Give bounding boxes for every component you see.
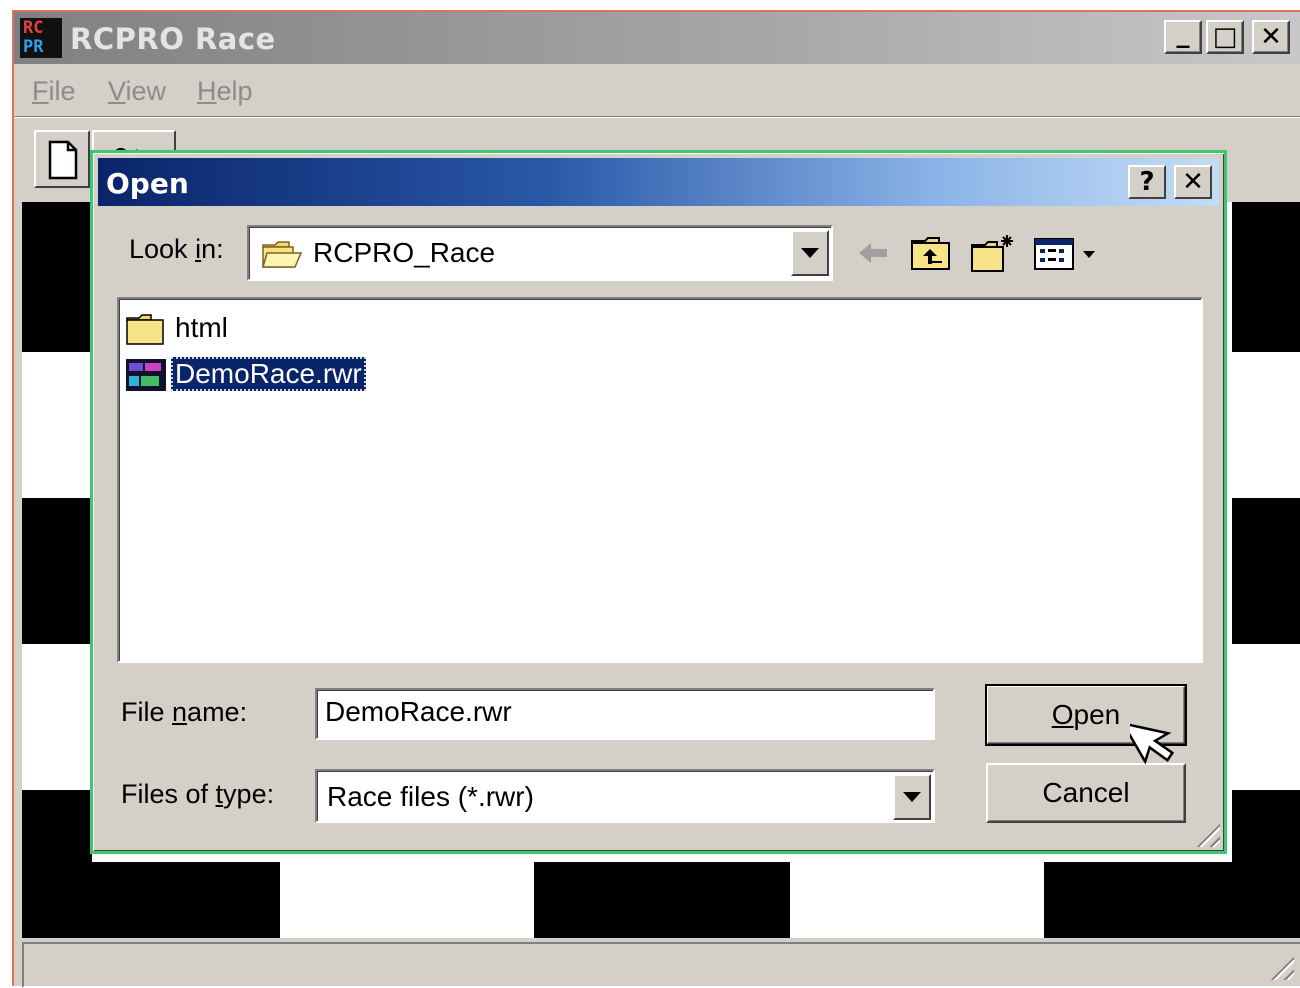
checker-square xyxy=(22,862,280,938)
folder-icon xyxy=(126,314,164,345)
checker-square xyxy=(22,498,92,644)
file-name-label: File name: xyxy=(121,697,247,728)
close-icon: ✕ xyxy=(1182,167,1204,197)
file-type-value: Race files (*.rwr) xyxy=(327,781,534,812)
look-in-value: RCPRO_Race xyxy=(313,237,496,268)
minimize-button[interactable]: _ xyxy=(1164,19,1202,54)
status-bar xyxy=(22,942,1300,988)
look-in-label: Look in: xyxy=(129,234,224,265)
file-list[interactable]: html DemoRace.rwr xyxy=(117,297,1203,663)
file-type-combobox[interactable]: Race files (*.rwr) xyxy=(315,769,935,823)
menu-help[interactable]: Help xyxy=(197,76,253,107)
file-name-label-accel: n xyxy=(172,697,188,727)
checker-square xyxy=(534,862,790,938)
file-type-label: Files of type: xyxy=(121,779,274,810)
look-in-label-pre: Look xyxy=(129,234,196,264)
app-logo-text-top: RC xyxy=(23,18,44,38)
file-name-input[interactable]: DemoRace.rwr xyxy=(315,688,935,740)
chevron-down-icon xyxy=(903,792,921,802)
maximize-icon: □ xyxy=(1212,22,1238,52)
checker-square xyxy=(22,202,92,352)
checker-square xyxy=(1232,202,1300,352)
help-icon: ? xyxy=(1139,167,1155,197)
look-in-label-post: n: xyxy=(201,234,224,264)
minimize-icon: _ xyxy=(1176,19,1190,49)
list-item-label: DemoRace.rwr xyxy=(171,357,366,391)
file-type-label-post: ype: xyxy=(223,779,275,809)
new-document-icon xyxy=(48,140,78,180)
new-document-button[interactable] xyxy=(34,130,90,188)
file-type-label-pre: Files of xyxy=(121,779,216,809)
menu-help-rest: elp xyxy=(216,76,253,106)
file-name-label-post: ame: xyxy=(187,697,248,727)
app-logo-text-bottom: PR xyxy=(23,37,44,57)
menu-view[interactable]: View xyxy=(108,76,166,107)
look-in-combobox[interactable]: RCPRO_Race xyxy=(247,225,833,281)
menu-view-accel: V xyxy=(108,76,126,106)
menu-view-rest: iew xyxy=(125,76,167,106)
checker-square xyxy=(1044,862,1300,938)
race-file-icon xyxy=(126,359,166,391)
open-button-accel: O xyxy=(1051,699,1074,730)
cancel-button[interactable]: Cancel xyxy=(986,763,1186,823)
open-button[interactable]: Open xyxy=(985,684,1187,746)
chevron-down-icon xyxy=(801,248,819,258)
app-logo-icon: RC PR xyxy=(20,18,62,58)
help-button[interactable]: ? xyxy=(1128,165,1166,199)
file-type-dropdown-button[interactable] xyxy=(893,774,931,820)
menu-file-rest: ile xyxy=(48,76,76,106)
resize-grip-icon[interactable] xyxy=(1266,952,1294,980)
menubar-separator xyxy=(14,116,1300,118)
dialog-titlebar[interactable]: Open ? ✕ xyxy=(98,158,1219,206)
open-button-rest: pen xyxy=(1073,699,1121,730)
menu-help-accel: H xyxy=(197,76,217,106)
menu-file-accel: F xyxy=(32,76,49,106)
dialog-title: Open xyxy=(106,167,189,200)
file-name-label-pre: File xyxy=(121,697,173,727)
look-in-dropdown-button[interactable] xyxy=(791,230,829,276)
open-folder-icon xyxy=(262,241,303,268)
open-dialog: Open ? ✕ Look in: RCPRO_Race html DemoRa… xyxy=(90,150,1227,854)
checker-square xyxy=(1232,498,1300,644)
up-one-level-icon[interactable] xyxy=(909,233,953,273)
main-close-button[interactable]: ✕ xyxy=(1252,20,1290,54)
main-window-title: RCPRO Race xyxy=(70,22,276,56)
menu-bar: File View Help xyxy=(14,68,1300,114)
maximize-button[interactable]: □ xyxy=(1206,20,1244,54)
back-arrow-icon[interactable] xyxy=(853,233,893,273)
menu-file[interactable]: File xyxy=(32,76,76,107)
view-menu-icon[interactable] xyxy=(1031,233,1101,273)
dialog-resize-grip-icon[interactable] xyxy=(1192,819,1220,847)
close-icon: ✕ xyxy=(1260,22,1282,52)
dialog-close-button[interactable]: ✕ xyxy=(1174,165,1212,199)
create-new-folder-icon[interactable] xyxy=(969,233,1017,273)
main-titlebar[interactable]: RC PR RCPRO Race _ □ ✕ xyxy=(14,12,1300,64)
list-item-label: html xyxy=(175,312,228,343)
file-type-label-accel: t xyxy=(215,779,224,809)
